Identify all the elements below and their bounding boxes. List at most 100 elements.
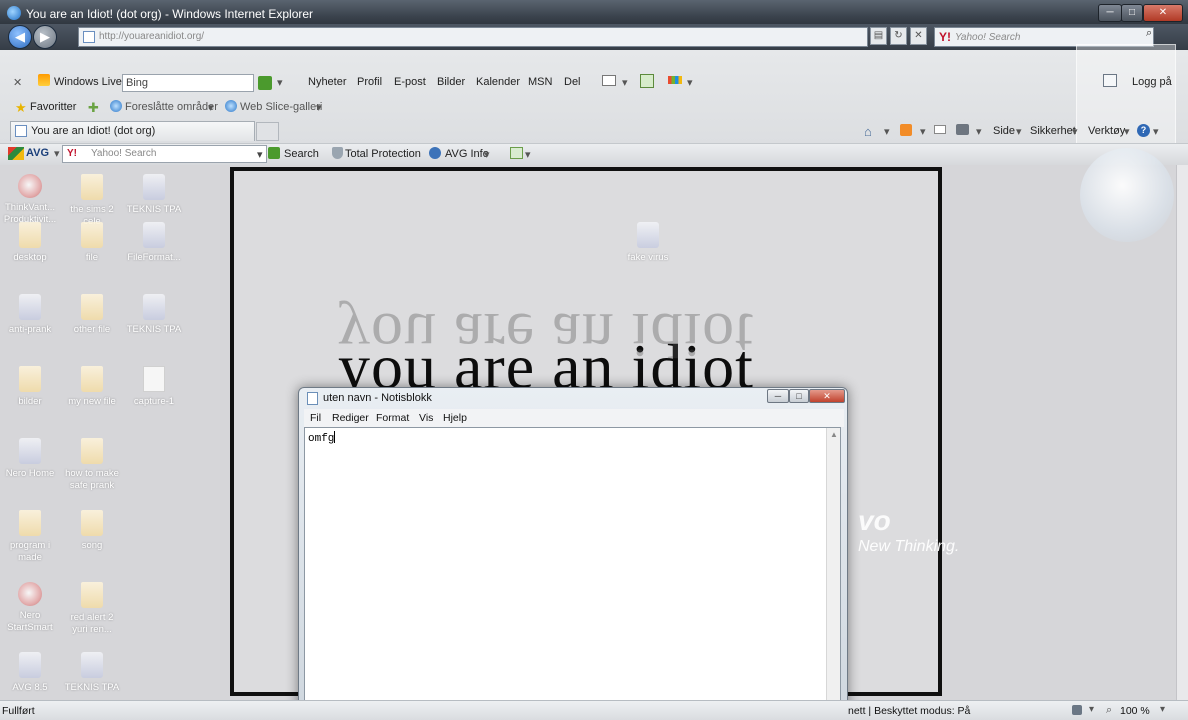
- fake-virus-icon-item[interactable]: fake virus: [618, 222, 678, 264]
- desktop-icon-song[interactable]: song: [62, 510, 122, 552]
- url-field[interactable]: http://youareanidiot.org/: [78, 27, 868, 47]
- desktop-icon-capture[interactable]: capture-1: [124, 366, 184, 408]
- help-icon[interactable]: ?: [1137, 124, 1150, 137]
- flag-dropdown-icon[interactable]: ▾: [687, 76, 693, 89]
- favorites-button[interactable]: Favoritter: [30, 101, 76, 113]
- desktop-icon-teknis-3[interactable]: TEKNIS TPA: [62, 652, 122, 694]
- mail-icon[interactable]: [602, 75, 616, 86]
- notepad-text-area[interactable]: omfg ▲: [304, 427, 841, 720]
- avg-search-button[interactable]: Search: [284, 148, 319, 160]
- avg-search-dropdown-icon[interactable]: ▾: [257, 148, 263, 161]
- zoom-level[interactable]: 100 %: [1120, 705, 1150, 717]
- desktop-icon-other-file[interactable]: other file: [62, 294, 122, 336]
- notepad-minimize-button[interactable]: ─: [767, 389, 789, 403]
- vertical-scrollbar[interactable]: [1176, 165, 1188, 700]
- link-epost[interactable]: E-post: [394, 76, 426, 88]
- desktop-icon-teknis-2[interactable]: TEKNIS TPA: [124, 294, 184, 336]
- desktop-icon-my-new-file[interactable]: my new file: [62, 366, 122, 408]
- zone-dropdown-icon[interactable]: ▾: [1089, 704, 1094, 715]
- home-icon[interactable]: ⌂: [864, 124, 872, 139]
- menu-vis[interactable]: Vis: [419, 412, 433, 424]
- desktop-icon-file[interactable]: file: [62, 222, 122, 264]
- help-dropdown-icon[interactable]: ▾: [1153, 125, 1159, 138]
- home-dropdown-icon[interactable]: ▾: [884, 125, 890, 138]
- desktop-icon-program[interactable]: program i made: [0, 510, 60, 564]
- safety-menu[interactable]: Sikkerhet: [1030, 125, 1076, 137]
- page-menu[interactable]: Side: [993, 125, 1015, 137]
- desktop-icon-fileformat[interactable]: FileFormat...: [124, 222, 184, 264]
- suggested-sites-link[interactable]: Foreslåtte områder: [125, 101, 218, 113]
- desktop-icon-teknis[interactable]: TEKNIS TPA: [124, 174, 184, 216]
- notepad-close-button[interactable]: ✕: [809, 389, 845, 403]
- add-favorite-icon[interactable]: ✚: [88, 100, 99, 116]
- page-dropdown-icon[interactable]: ▾: [1016, 125, 1022, 138]
- close-window-button[interactable]: ✕: [1143, 4, 1183, 22]
- print-icon[interactable]: [956, 124, 969, 135]
- zoom-dropdown-icon[interactable]: ▾: [1160, 704, 1165, 715]
- web-slice-dropdown-icon[interactable]: ▾: [316, 101, 322, 114]
- safety-dropdown-icon[interactable]: ▾: [1072, 125, 1078, 138]
- bing-search-icon[interactable]: [258, 76, 272, 90]
- link-bilder[interactable]: Bilder: [437, 76, 465, 88]
- minimize-button[interactable]: ─: [1098, 4, 1122, 22]
- desktop-icon-sims[interactable]: the sims 2 cele: [62, 174, 122, 228]
- desktop-icon-desktop[interactable]: desktop: [0, 222, 60, 264]
- link-profil[interactable]: Profil: [357, 76, 382, 88]
- notepad-maximize-button[interactable]: □: [789, 389, 809, 403]
- desktop-icon-thinkvantage[interactable]: ThinkVant... Produktivit...: [0, 174, 60, 226]
- desktop-icon-nero-home[interactable]: Nero Home: [0, 438, 60, 480]
- link-nyheter[interactable]: Nyheter: [308, 76, 347, 88]
- maximize-button[interactable]: □: [1121, 4, 1143, 22]
- compatibility-view-icon[interactable]: ▤: [870, 27, 887, 45]
- toolbar-close-icon[interactable]: ✕: [13, 76, 22, 89]
- menu-hjelp[interactable]: Hjelp: [443, 412, 467, 424]
- stop-icon[interactable]: ✕: [910, 27, 927, 45]
- forward-button[interactable]: ▶: [33, 25, 57, 49]
- avg-label[interactable]: AVG: [26, 147, 49, 159]
- suggested-sites-dropdown-icon[interactable]: ▾: [208, 101, 214, 114]
- app-icon: [143, 222, 165, 248]
- avg-info-dropdown-icon[interactable]: ▾: [484, 148, 490, 161]
- feeds-icon[interactable]: [900, 124, 912, 136]
- menu-rediger[interactable]: Rediger: [332, 412, 369, 424]
- zone-icon[interactable]: [1072, 705, 1082, 715]
- refresh-icon[interactable]: ↻: [890, 27, 907, 45]
- avg-search-input[interactable]: Y! Yahoo! Search: [62, 145, 267, 163]
- back-button[interactable]: ◀: [8, 25, 32, 49]
- tools-dropdown-icon[interactable]: ▾: [1124, 125, 1130, 138]
- windows-live-label[interactable]: Windows Live: [54, 76, 122, 88]
- menu-fil[interactable]: Fil: [310, 412, 321, 424]
- tools-menu[interactable]: Verktøy: [1088, 125, 1125, 137]
- link-kalender[interactable]: Kalender: [476, 76, 520, 88]
- notepad-scrollbar[interactable]: ▲: [826, 428, 840, 720]
- total-protection-link[interactable]: Total Protection: [345, 148, 421, 160]
- print-dropdown-icon[interactable]: ▾: [976, 125, 982, 138]
- bing-search-input[interactable]: Bing: [122, 74, 254, 92]
- link-del[interactable]: Del: [564, 76, 581, 88]
- bing-dropdown-icon[interactable]: ▾: [277, 76, 283, 89]
- desktop-icon-avg[interactable]: AVG 8.5: [0, 652, 60, 694]
- feeds-dropdown-icon[interactable]: ▾: [920, 125, 926, 138]
- zoom-icon[interactable]: ⌕: [1106, 704, 1112, 717]
- avg-extra-icon[interactable]: [510, 147, 523, 159]
- desktop-icon-red-alert[interactable]: red alert 2 yuri ren...: [62, 582, 122, 636]
- mail-dropdown-icon[interactable]: ▾: [622, 76, 628, 89]
- avg-extra-dropdown-icon[interactable]: ▾: [525, 148, 531, 161]
- menu-format[interactable]: Format: [376, 412, 409, 424]
- web-slice-link[interactable]: Web Slice-galleri: [240, 101, 322, 113]
- avg-info-link[interactable]: AVG Info: [445, 148, 489, 160]
- spaces-icon[interactable]: [640, 74, 654, 88]
- desktop-icon-bilder[interactable]: bilder: [0, 366, 60, 408]
- read-mail-icon[interactable]: [934, 125, 946, 134]
- desktop-icon-anti-prank[interactable]: anti-prank: [0, 294, 60, 336]
- tab-active[interactable]: You are an Idiot! (dot org): [10, 121, 255, 141]
- avg-search-go-icon[interactable]: [268, 147, 280, 159]
- link-msn[interactable]: MSN: [528, 76, 552, 88]
- login-link[interactable]: Logg på: [1132, 76, 1172, 88]
- new-tab-button[interactable]: [256, 122, 279, 141]
- scroll-up-icon[interactable]: ▲: [830, 430, 838, 439]
- avg-dropdown-icon[interactable]: ▾: [54, 147, 60, 160]
- desktop-icon-safe-prank[interactable]: how to make safe prank: [62, 438, 122, 492]
- desktop-icon-nero-startsmart[interactable]: Nero StartSmart: [0, 582, 60, 634]
- windows-flag-icon[interactable]: [668, 76, 682, 84]
